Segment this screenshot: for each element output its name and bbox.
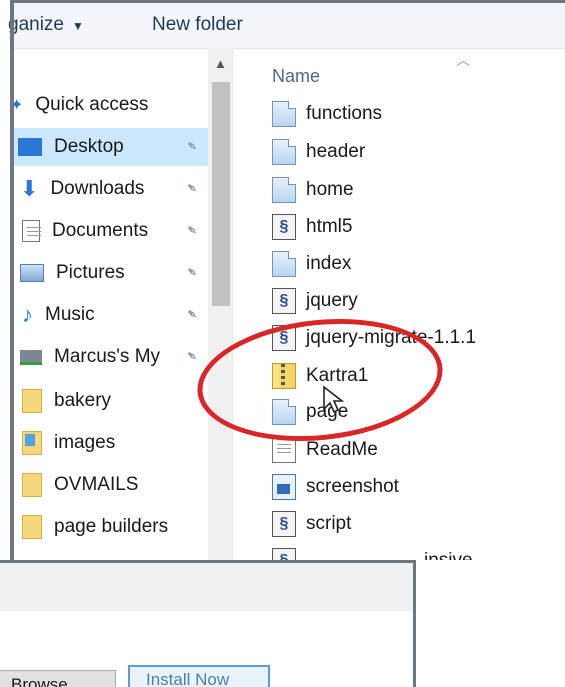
file-item-screenshot[interactable]: screenshot <box>272 469 399 505</box>
file-item-header[interactable]: header <box>272 134 365 170</box>
pictures-icon <box>20 264 44 282</box>
file-item-html5[interactable]: § html5 <box>272 209 352 245</box>
file-name: screenshot <box>306 476 399 497</box>
pin-icon: ✒ <box>182 304 203 325</box>
nav-item-ovmails[interactable]: OVMAILS <box>14 466 210 504</box>
organize-menu[interactable]: ganize ▼ <box>8 14 84 36</box>
pin-icon: ✒ <box>182 220 203 241</box>
nav-item-music[interactable]: ♪ Music ✒ <box>14 296 210 334</box>
nav-item-label: Downloads <box>50 178 145 199</box>
file-name: functions <box>306 103 383 124</box>
pin-icon: ✒ <box>182 178 203 199</box>
file-name: insive <box>424 550 473 560</box>
file-item-functions[interactable]: functions <box>272 96 382 132</box>
file-item-script[interactable]: § script <box>272 506 351 542</box>
nav-scrollbar[interactable]: ▲ <box>208 48 234 560</box>
pin-icon: ✒ <box>182 136 203 157</box>
nav-item-network-drive[interactable]: Marcus's My ✒ <box>14 338 210 376</box>
explorer-toolbar: ganize ▼ New folder <box>8 0 565 49</box>
nav-item-documents[interactable]: Documents ✒ <box>14 212 210 250</box>
file-name: home <box>306 179 354 200</box>
file-name: index <box>306 253 352 274</box>
pin-icon: ✒ <box>182 262 203 283</box>
file-name: ReadMe <box>306 439 378 460</box>
navigation-pane: ✦ Quick access Desktop ✒ ⬇ Downloads ✒ D… <box>14 48 210 560</box>
nav-item-label: bakery <box>54 390 112 411</box>
nav-item-label: images <box>54 432 116 453</box>
script-file-icon: § <box>272 214 296 240</box>
file-list: ︿ Name functions header home § html5 ind… <box>240 48 565 560</box>
file-name: html5 <box>306 216 353 237</box>
network-drive-icon <box>20 349 42 365</box>
folder-icon <box>22 389 42 413</box>
pin-icon: ✒ <box>182 346 203 367</box>
folder-icon <box>22 473 42 497</box>
image-file-icon <box>272 474 296 500</box>
folder-icon <box>22 431 42 455</box>
file-item-jquery[interactable]: § jquery <box>272 283 358 319</box>
nav-item-bakery[interactable]: bakery <box>14 382 210 420</box>
music-note-icon: ♪ <box>22 302 33 327</box>
nav-item-label: Music <box>45 304 95 325</box>
mouse-cursor-icon <box>323 385 344 414</box>
file-item-home[interactable]: home <box>272 172 354 208</box>
download-arrow-icon: ⬇ <box>20 176 39 201</box>
document-icon <box>272 139 296 165</box>
nav-item-label: OVMAILS <box>54 474 139 495</box>
script-file-icon: § <box>272 548 296 560</box>
file-item-index[interactable]: index <box>272 246 351 282</box>
nav-item-label: Marcus's My <box>54 346 161 367</box>
sort-caret-icon: ︿ <box>456 52 470 68</box>
new-folder-button[interactable]: New folder <box>152 14 243 36</box>
file-name: header <box>306 141 366 162</box>
browse-button[interactable]: Browse... <box>0 670 116 687</box>
nav-item-label: Documents <box>52 220 149 241</box>
file-name: jquery <box>306 290 358 311</box>
script-file-icon: § <box>272 288 296 314</box>
nav-item-label: Quick access <box>35 94 149 115</box>
file-name: script <box>306 513 352 534</box>
nav-item-images[interactable]: images <box>14 424 210 462</box>
document-icon <box>272 101 296 127</box>
documents-icon <box>22 220 41 242</box>
nav-item-label: Pictures <box>56 262 125 283</box>
nav-item-downloads[interactable]: ⬇ Downloads ✒ <box>14 170 210 208</box>
desktop-icon <box>18 138 42 156</box>
nav-scrollbar-thumb[interactable] <box>212 82 230 306</box>
nav-item-page-builders[interactable]: page builders <box>14 508 210 546</box>
organize-label: ganize <box>8 14 64 35</box>
nav-item-pictures[interactable]: Pictures ✒ <box>14 254 210 292</box>
star-icon: ✦ <box>14 97 24 114</box>
nav-item-desktop[interactable]: Desktop ✒ <box>14 128 210 166</box>
document-icon <box>272 251 296 277</box>
folder-icon <box>22 515 42 539</box>
file-item-insive[interactable]: § insive <box>272 543 473 560</box>
window-top-border <box>10 0 565 3</box>
nav-item-label: page builders <box>54 516 169 537</box>
screenshot-stage: ganize ▼ New folder ✦ Quick access Deskto… <box>0 0 565 687</box>
script-file-icon: § <box>272 511 296 537</box>
column-header-name[interactable]: Name <box>272 66 320 87</box>
chevron-down-icon: ▼ <box>72 19 84 33</box>
nav-item-label: Desktop <box>54 136 124 157</box>
nav-item-quick-access[interactable]: ✦ Quick access <box>14 86 210 124</box>
document-icon <box>272 177 296 203</box>
scroll-up-arrow-icon[interactable]: ▲ <box>214 56 227 71</box>
install-now-button[interactable]: Install Now <box>128 665 270 687</box>
